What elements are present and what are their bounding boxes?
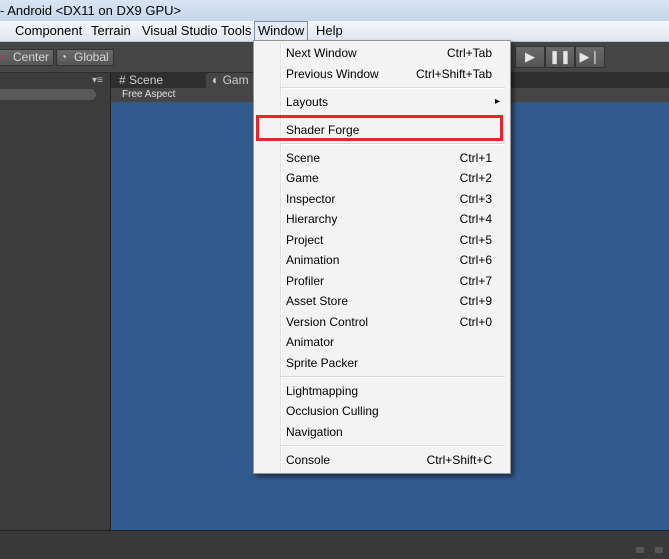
menu-item-asset-store[interactable]: Asset Store (286, 291, 348, 311)
menu-item-inspector[interactable]: Inspector (286, 189, 335, 209)
play-button[interactable]: ▶ (515, 46, 545, 68)
tab-game[interactable]: ◐ Gam (206, 73, 255, 88)
shortcut-profiler: Ctrl+7 (459, 274, 492, 288)
menu-item-scene[interactable]: Scene (286, 148, 320, 168)
menu-item-previous-window[interactable]: Previous Window (286, 64, 379, 84)
menu-bar: Component Terrain Visual Studio Tools Wi… (0, 21, 669, 42)
tab-game-label: Gam (222, 73, 249, 87)
title-bar: - Android <DX11 on DX9 GPU> (0, 0, 669, 21)
play-icon: ▶ (525, 49, 535, 64)
window-menu-dropdown: Next Window Ctrl+Tab Previous Window Ctr… (253, 40, 511, 474)
shortcut-asset-store: Ctrl+9 (459, 294, 492, 308)
panel-menu-icon[interactable]: ▾≡ (92, 75, 103, 86)
scroll-grip-right[interactable] (655, 547, 663, 553)
window-title: - Android <DX11 on DX9 GPU> (0, 3, 182, 18)
menu-separator (281, 143, 505, 145)
menu-window[interactable]: Window (254, 21, 309, 41)
pause-icon: ❚❚ (549, 49, 571, 64)
shortcut-hierarchy: Ctrl+4 (459, 212, 492, 226)
tab-scene-label: Scene (129, 73, 164, 87)
menu-gutter (280, 43, 282, 471)
submenu-arrow-icon: ▸ (494, 96, 500, 107)
shortcut-version-control: Ctrl+0 (459, 315, 492, 329)
shortcut-project: Ctrl+5 (459, 233, 492, 247)
menu-item-version-control[interactable]: Version Control (286, 312, 368, 332)
shader-forge-highlight-box (256, 115, 503, 141)
tab-scene[interactable]: # Scene (119, 73, 163, 88)
space-global-button[interactable]: ◔ Global (56, 49, 114, 66)
menu-item-animator[interactable]: Animator (286, 332, 334, 352)
pivot-label: Center (13, 50, 50, 64)
shortcut-inspector: Ctrl+3 (459, 192, 492, 206)
menu-item-hierarchy[interactable]: Hierarchy (286, 209, 337, 229)
menu-item-console[interactable]: Console (286, 450, 330, 470)
pivot-icon: ▪ (1, 52, 5, 63)
menu-item-project[interactable]: Project (286, 230, 323, 250)
hierarchy-panel (0, 73, 111, 530)
shortcut-animation: Ctrl+6 (459, 253, 492, 267)
step-button[interactable]: ▶❘ (575, 46, 605, 68)
menu-item-game[interactable]: Game (286, 168, 319, 188)
shortcut-scene: Ctrl+1 (459, 151, 492, 165)
menu-help[interactable]: Help (316, 22, 343, 40)
grid-icon: # (119, 73, 126, 87)
shortcut-console: Ctrl+Shift+C (426, 453, 492, 467)
menu-separator (281, 445, 505, 447)
menu-item-next-window[interactable]: Next Window (286, 43, 357, 63)
menu-terrain[interactable]: Terrain (91, 22, 131, 40)
menu-item-occlusion-culling[interactable]: Occlusion Culling (286, 401, 379, 421)
hierarchy-search-field[interactable] (0, 89, 96, 100)
menu-item-navigation[interactable]: Navigation (286, 422, 343, 442)
menu-separator (281, 87, 505, 89)
menu-separator (281, 376, 505, 378)
menu-component[interactable]: Component (15, 22, 82, 40)
shortcut-next-window: Ctrl+Tab (446, 46, 492, 60)
bottom-panel (0, 530, 669, 559)
scroll-grip-left[interactable] (636, 547, 644, 553)
space-label: Global (74, 50, 109, 64)
menu-item-profiler[interactable]: Profiler (286, 271, 324, 291)
game-icon: ◐ (212, 73, 220, 87)
aspect-dropdown[interactable]: Free Aspect (122, 88, 175, 102)
step-icon: ▶❘ (579, 49, 601, 64)
globe-icon: ◔ (60, 50, 68, 64)
pivot-center-button[interactable]: ▪ Center (0, 49, 54, 66)
pause-button[interactable]: ❚❚ (545, 46, 575, 68)
menu-item-lightmapping[interactable]: Lightmapping (286, 381, 358, 401)
menu-visual-studio-tools[interactable]: Visual Studio Tools (142, 22, 251, 40)
shortcut-previous-window: Ctrl+Shift+Tab (415, 67, 492, 81)
shortcut-game: Ctrl+2 (459, 171, 492, 185)
menu-item-layouts[interactable]: Layouts (286, 92, 328, 112)
menu-item-animation[interactable]: Animation (286, 250, 339, 270)
menu-item-sprite-packer[interactable]: Sprite Packer (286, 353, 358, 373)
